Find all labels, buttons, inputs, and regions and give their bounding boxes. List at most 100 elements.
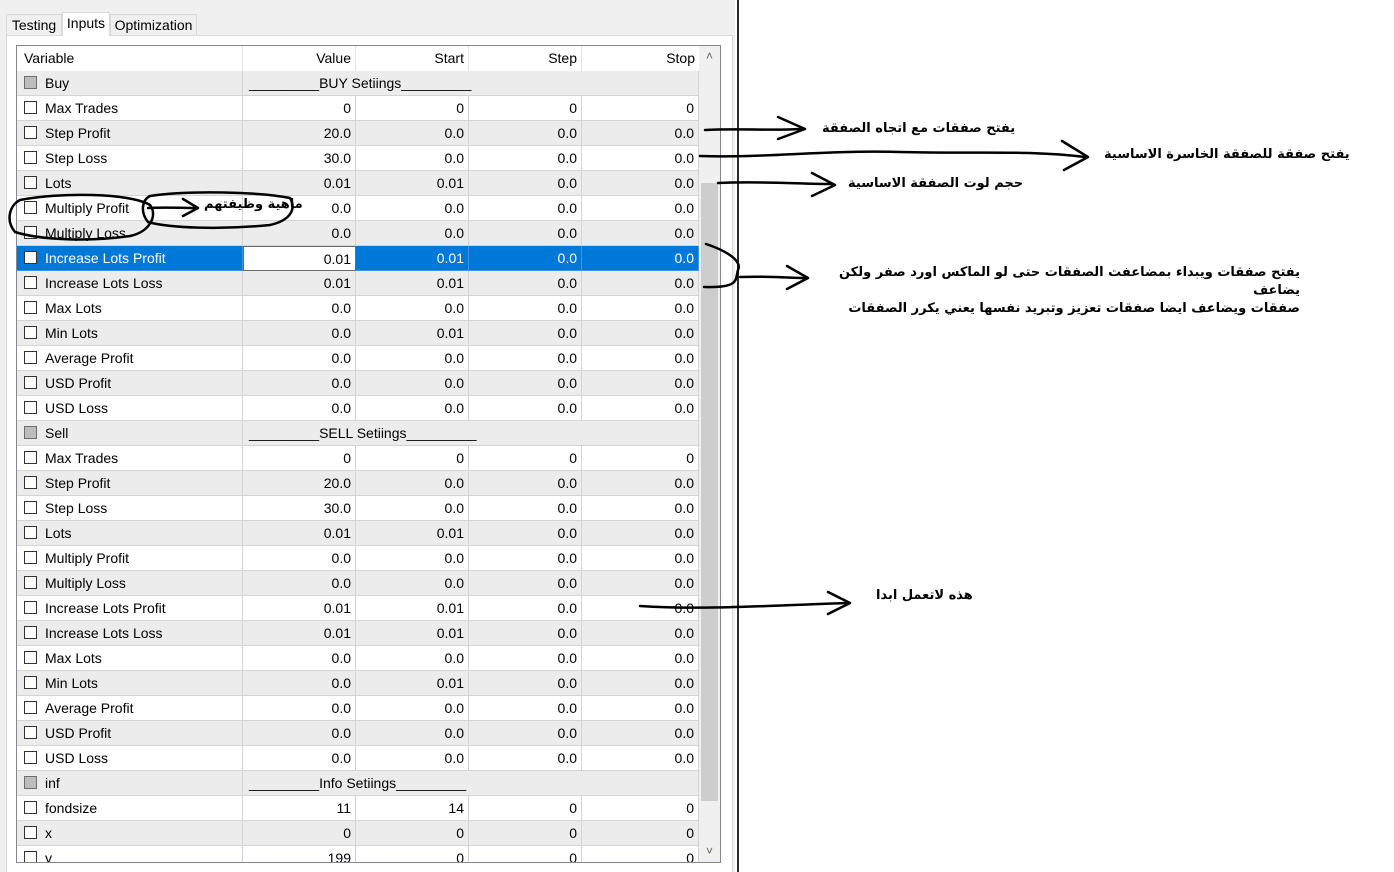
stop-cell[interactable]: 0.0 [582,471,699,496]
variable-cell[interactable]: Max Lots [17,646,243,671]
variable-cell[interactable]: y [17,846,243,862]
group-title-cell[interactable]: _________SELL Setiings_________ [243,421,699,446]
variable-cell[interactable]: Buy [17,71,243,96]
table-row[interactable]: Max Lots 0.0 0.0 0.0 0.0 [17,296,699,321]
optimize-checkbox[interactable] [24,76,37,89]
optimize-checkbox[interactable] [24,151,37,164]
variable-cell[interactable]: Multiply Loss [17,221,243,246]
table-row[interactable]: Multiply Profit 0.0 0.0 0.0 0.0 [17,196,699,221]
variable-cell[interactable]: USD Profit [17,371,243,396]
step-cell[interactable]: 0 [469,846,582,862]
table-row[interactable]: Multiply Profit 0.0 0.0 0.0 0.0 [17,546,699,571]
table-row[interactable]: USD Loss 0.0 0.0 0.0 0.0 [17,746,699,771]
table-row[interactable]: Step Profit 20.0 0.0 0.0 0.0 [17,471,699,496]
step-cell[interactable]: 0.0 [469,346,582,371]
optimize-checkbox[interactable] [24,226,37,239]
stop-cell[interactable]: 0.0 [582,346,699,371]
stop-cell[interactable]: 0.0 [582,621,699,646]
step-cell[interactable]: 0.0 [469,496,582,521]
step-cell[interactable]: 0.0 [469,246,582,271]
table-row[interactable]: x0000 [17,821,699,846]
table-row[interactable]: Step Loss 30.0 0.0 0.0 0.0 [17,146,699,171]
column-header-step[interactable]: Step [469,46,582,71]
start-cell[interactable]: 0.0 [356,571,469,596]
value-cell[interactable]: 20.0 [243,471,356,496]
optimize-checkbox[interactable] [24,826,37,839]
optimize-checkbox[interactable] [24,451,37,464]
optimize-checkbox[interactable] [24,251,37,264]
table-row[interactable]: Step Profit 20.0 0.0 0.0 0.0 [17,121,699,146]
step-cell[interactable]: 0.0 [469,671,582,696]
step-cell[interactable]: 0.0 [469,571,582,596]
optimize-checkbox[interactable] [24,301,37,314]
optimize-checkbox[interactable] [24,576,37,589]
value-cell[interactable]: 199 [243,846,356,862]
start-cell[interactable]: 0 [356,821,469,846]
optimize-checkbox[interactable] [24,701,37,714]
step-cell[interactable]: 0.0 [469,396,582,421]
value-cell[interactable]: 0.01 [243,271,356,296]
step-cell[interactable]: 0.0 [469,296,582,321]
value-cell[interactable]: 0.0 [243,296,356,321]
column-header-start[interactable]: Start [356,46,469,71]
optimize-checkbox[interactable] [24,801,37,814]
optimize-checkbox[interactable] [24,601,37,614]
start-cell[interactable]: 0.01 [356,621,469,646]
optimize-checkbox[interactable] [24,501,37,514]
step-cell[interactable]: 0.0 [469,621,582,646]
step-cell[interactable]: 0.0 [469,471,582,496]
variable-cell[interactable]: Max Lots [17,296,243,321]
step-cell[interactable]: 0 [469,796,582,821]
start-cell[interactable]: 0.0 [356,696,469,721]
stop-cell[interactable]: 0.0 [582,596,699,621]
optimize-checkbox[interactable] [24,851,37,862]
group-row[interactable]: Sell _________SELL Setiings_________ [17,421,699,446]
value-cell[interactable]: 0.01 [243,596,356,621]
variable-cell[interactable]: Multiply Loss [17,571,243,596]
start-cell[interactable]: 0 [356,446,469,471]
variable-cell[interactable]: Increase Lots Loss [17,271,243,296]
table-row[interactable]: Lots 0.01 0.01 0.0 0.0 [17,521,699,546]
optimize-checkbox[interactable] [24,426,37,439]
table-row[interactable]: y 199 0 0 0 [17,846,699,862]
table-row[interactable]: Average Profit 0.0 0.0 0.0 0.0 [17,696,699,721]
value-cell[interactable]: 0.0 [243,546,356,571]
start-cell[interactable]: 0.01 [356,596,469,621]
value-cell[interactable]: 20.0 [243,121,356,146]
value-cell[interactable]: 30.0 [243,146,356,171]
variable-cell[interactable]: Sell [17,421,243,446]
start-cell[interactable]: 0.0 [356,371,469,396]
optimize-checkbox[interactable] [24,776,37,789]
variable-cell[interactable]: Min Lots [17,671,243,696]
start-cell[interactable]: 0.01 [356,321,469,346]
step-cell[interactable]: 0.0 [469,721,582,746]
step-cell[interactable]: 0.0 [469,146,582,171]
value-cell[interactable]: 0.01 [243,521,356,546]
table-row[interactable]: Lots 0.01 0.01 0.0 0.0 [17,171,699,196]
variable-cell[interactable]: USD Profit [17,721,243,746]
step-cell[interactable]: 0.0 [469,371,582,396]
stop-cell[interactable]: 0.0 [582,371,699,396]
variable-cell[interactable]: Step Loss [17,146,243,171]
variable-cell[interactable]: USD Loss [17,396,243,421]
stop-cell[interactable]: 0.0 [582,221,699,246]
stop-cell[interactable]: 0.0 [582,721,699,746]
variable-cell[interactable]: Step Loss [17,496,243,521]
value-cell[interactable]: 0 [243,821,356,846]
stop-cell[interactable]: 0 [582,846,699,862]
optimize-checkbox[interactable] [24,676,37,689]
stop-cell[interactable]: 0.0 [582,171,699,196]
value-cell[interactable]: 0.01 [243,621,356,646]
group-title-cell[interactable]: _________BUY Setiings_________ [243,71,699,96]
value-cell[interactable]: 0.0 [243,371,356,396]
variable-cell[interactable]: Min Lots [17,321,243,346]
group-row[interactable]: inf _________Info Setiings_________ [17,771,699,796]
value-cell[interactable]: 0.0 [243,696,356,721]
variable-cell[interactable]: Average Profit [17,696,243,721]
variable-cell[interactable]: x [17,821,243,846]
stop-cell[interactable]: 0.0 [582,496,699,521]
step-cell[interactable]: 0.0 [469,696,582,721]
start-cell[interactable]: 0.0 [356,196,469,221]
start-cell[interactable]: 0.0 [356,721,469,746]
value-cell[interactable]: 11 [243,796,356,821]
